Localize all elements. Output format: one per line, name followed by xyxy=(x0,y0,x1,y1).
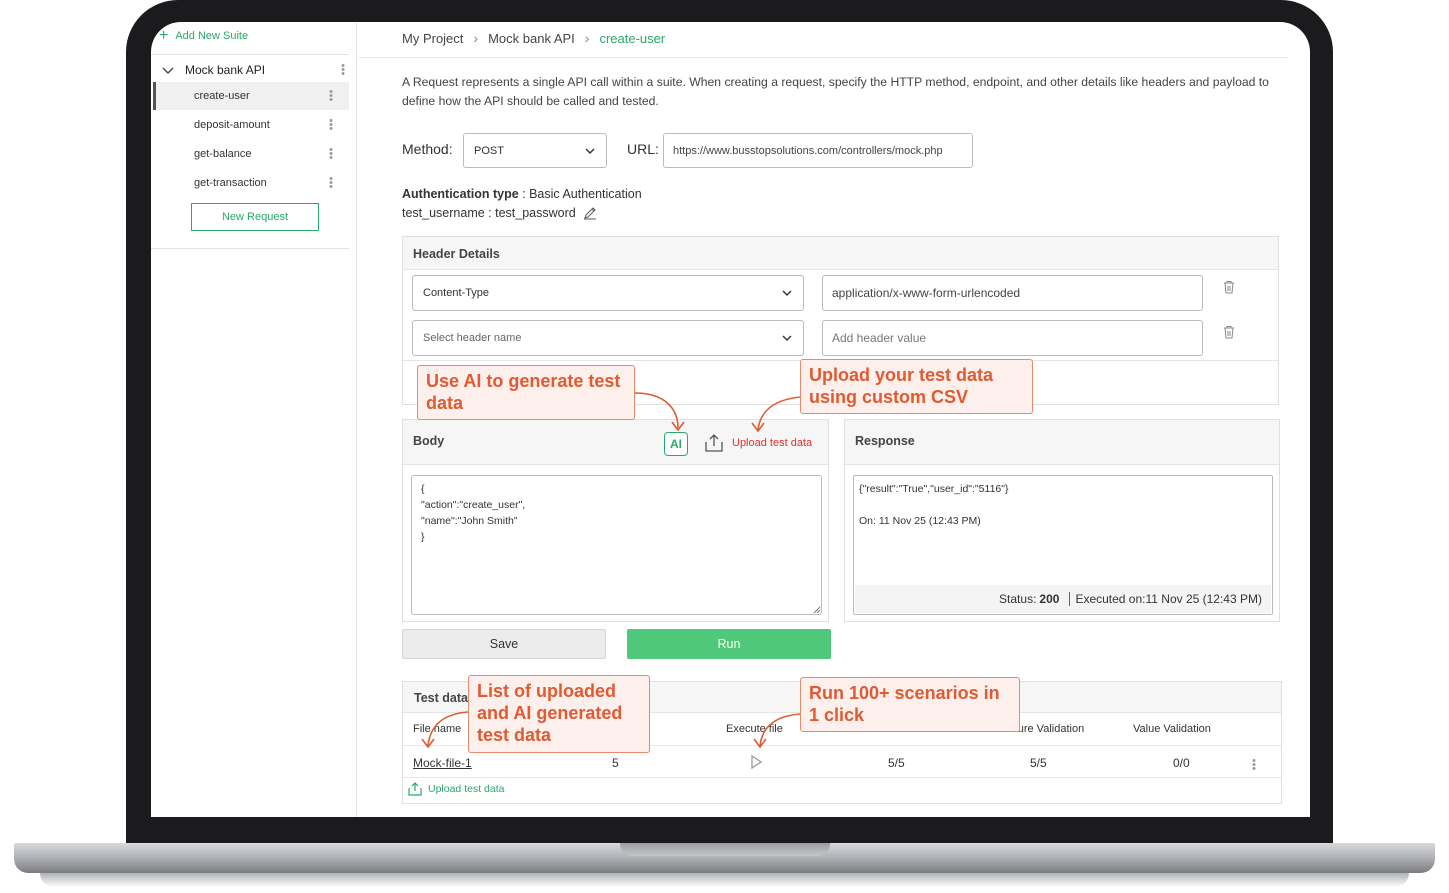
stage: + Add New Suite Mock bank API • • • create… xyxy=(0,0,1449,893)
suite-name: Mock bank API xyxy=(185,63,266,77)
plus-icon: + xyxy=(159,27,169,44)
request-label: get-transaction xyxy=(194,177,267,189)
request-label: deposit-amount xyxy=(194,119,270,131)
kebab-menu-icon[interactable]: • • • xyxy=(337,61,349,80)
chevron-down-icon[interactable] xyxy=(161,63,175,77)
laptop-notch xyxy=(620,843,830,856)
request-label: create-user xyxy=(194,90,250,102)
sidebar-item-create-user[interactable]: create-user • • • xyxy=(153,82,349,110)
kebab-menu-icon[interactable]: • • • xyxy=(325,174,337,193)
kebab-menu-icon[interactable]: • • • xyxy=(325,116,337,135)
main-content: My Project › Mock bank API › create-user… xyxy=(358,22,1292,817)
add-new-suite-button[interactable]: + Add New Suite xyxy=(159,27,249,44)
laptop-shadow xyxy=(40,873,1409,887)
sidebar-item-get-transaction[interactable]: get-transaction • • • xyxy=(153,169,349,197)
sidebar: + Add New Suite Mock bank API • • • create… xyxy=(151,22,357,817)
kebab-menu-icon[interactable]: • • • xyxy=(325,87,337,106)
sidebar-divider xyxy=(151,54,349,55)
sidebar-item-get-balance[interactable]: get-balance • • • xyxy=(153,140,349,168)
add-suite-label: Add New Suite xyxy=(175,30,249,42)
new-request-button[interactable]: New Request xyxy=(191,203,319,231)
callout-arrows xyxy=(421,392,801,749)
kebab-menu-icon[interactable]: • • • xyxy=(325,145,337,164)
sidebar-divider xyxy=(151,248,349,249)
app-screen: + Add New Suite Mock bank API • • • create… xyxy=(151,22,1310,817)
suite-mock-bank-api[interactable]: Mock bank API • • • xyxy=(161,60,349,80)
sidebar-item-deposit-amount[interactable]: deposit-amount • • • xyxy=(153,111,349,139)
request-label: get-balance xyxy=(194,148,252,160)
